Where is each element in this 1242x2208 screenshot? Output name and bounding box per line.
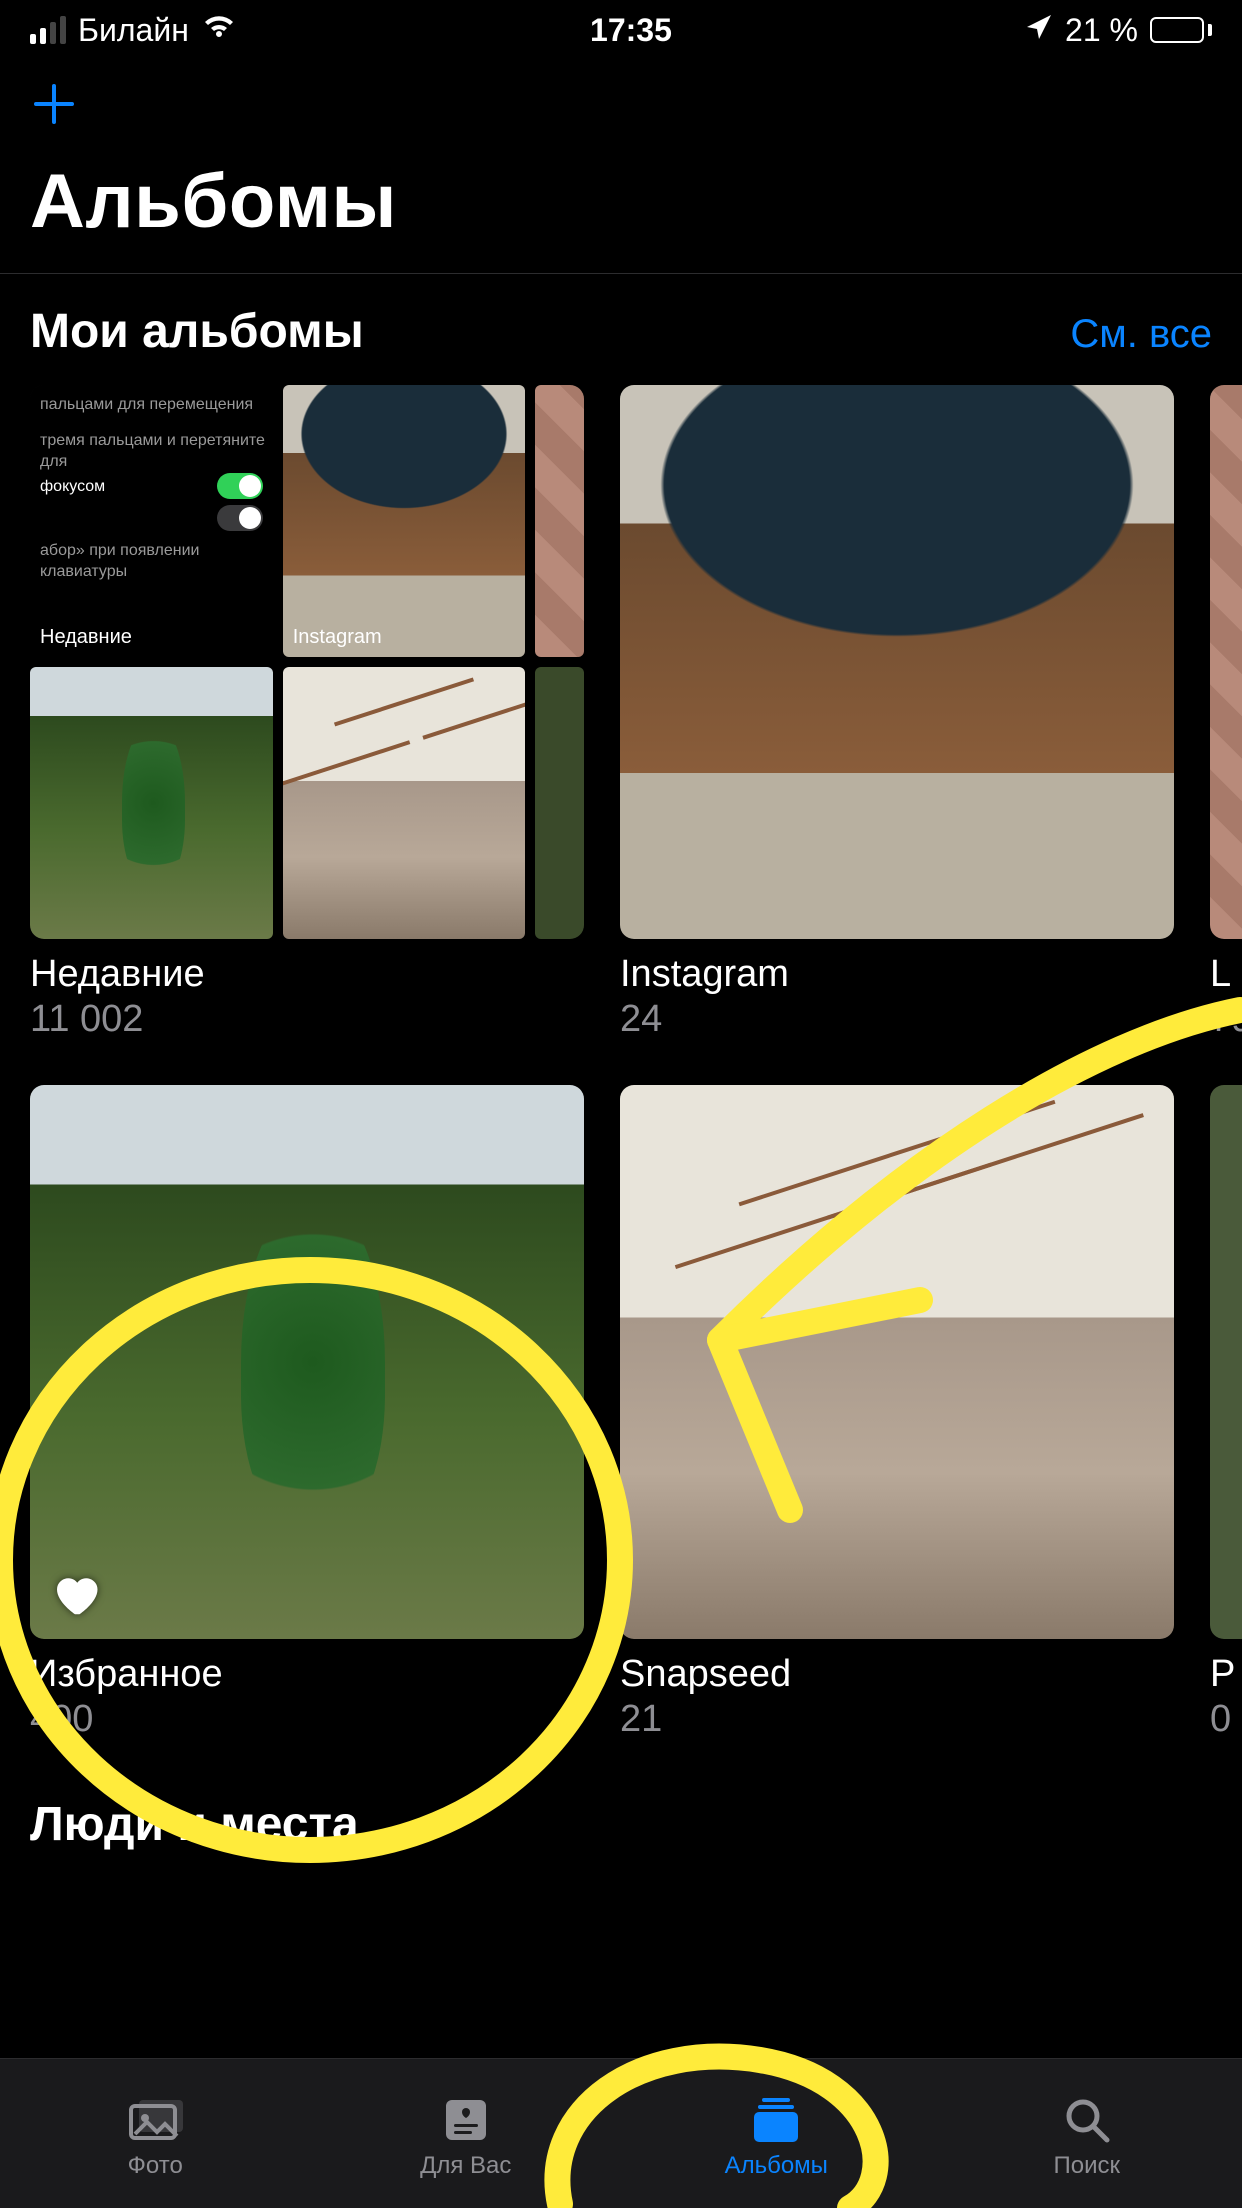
- album-thumb: [620, 385, 1174, 939]
- section-header-my-albums: Мои альбомы См. все: [0, 304, 1242, 385]
- carrier-label: Билайн: [78, 12, 189, 49]
- for-you-icon: [436, 2094, 496, 2146]
- album-count: 79: [1210, 998, 1242, 1041]
- section-title-people-places: Люди и места: [0, 1741, 1242, 1852]
- mini-thumb: [283, 667, 526, 939]
- album-title: Instagram: [620, 953, 1174, 996]
- cellular-signal-icon: [30, 16, 66, 44]
- tab-label: Фото: [128, 2152, 183, 2180]
- album-thumb: [30, 1085, 584, 1639]
- album-partial[interactable]: L 79: [1210, 385, 1242, 1041]
- album-title: Избранное: [30, 1653, 584, 1696]
- mini-thumb: [535, 667, 584, 939]
- album-title: P: [1210, 1653, 1242, 1696]
- album-thumb: [620, 1085, 1174, 1639]
- tab-albums[interactable]: Альбомы: [676, 2094, 876, 2180]
- album-title: Snapseed: [620, 1653, 1174, 1696]
- album-snapseed[interactable]: Snapseed 21: [620, 1085, 1174, 1741]
- albums-row-1: пальцами для перемещения тремя пальцами …: [0, 385, 1242, 1041]
- mini-thumb: пальцами для перемещения тремя пальцами …: [30, 385, 273, 657]
- albums-icon: [746, 2094, 806, 2146]
- tab-for-you[interactable]: Для Вас: [366, 2094, 566, 2180]
- mini-thumb: Instagram: [283, 385, 526, 657]
- divider: [0, 273, 1242, 274]
- status-time: 17:35: [590, 12, 672, 49]
- album-partial[interactable]: P 0: [1210, 1085, 1242, 1741]
- album-count: 0: [1210, 1698, 1242, 1741]
- tab-label: Для Вас: [420, 2152, 511, 2180]
- tab-bar: Фото Для Вас Альбомы Поиск: [0, 2058, 1242, 2208]
- album-count: 21: [620, 1698, 1174, 1741]
- mini-thumb: [30, 667, 273, 939]
- heart-icon: [48, 1567, 102, 1621]
- album-thumb: пальцами для перемещения тремя пальцами …: [30, 385, 584, 939]
- add-album-button[interactable]: [30, 80, 78, 128]
- album-favorites[interactable]: Избранное 400: [30, 1085, 584, 1741]
- album-instagram[interactable]: Instagram 24: [620, 385, 1174, 1041]
- albums-row-2: Избранное 400 Snapseed 21 P 0: [0, 1085, 1242, 1741]
- section-title: Мои альбомы: [30, 304, 364, 359]
- album-thumb: [1210, 385, 1242, 939]
- tab-photos[interactable]: Фото: [55, 2094, 255, 2180]
- battery-icon: [1150, 17, 1212, 43]
- wifi-icon: [201, 12, 237, 49]
- search-icon: [1057, 2094, 1117, 2146]
- location-icon: [1025, 12, 1053, 49]
- tab-label: Поиск: [1053, 2152, 1120, 2180]
- tab-label: Альбомы: [725, 2152, 828, 2180]
- page-title: Альбомы: [0, 148, 1242, 273]
- album-count: 400: [30, 1698, 584, 1741]
- album-count: 11 002: [30, 998, 584, 1041]
- see-all-button[interactable]: См. все: [1070, 312, 1212, 357]
- album-count: 24: [620, 998, 1174, 1041]
- status-right: 21 %: [1025, 12, 1212, 49]
- status-left: Билайн: [30, 12, 237, 49]
- nav-bar: [0, 60, 1242, 148]
- battery-percent: 21 %: [1065, 12, 1138, 49]
- album-title: Недавние: [30, 953, 584, 996]
- photos-icon: [125, 2094, 185, 2146]
- album-recents[interactable]: пальцами для перемещения тремя пальцами …: [30, 385, 584, 1041]
- album-title: L: [1210, 953, 1242, 996]
- tab-search[interactable]: Поиск: [987, 2094, 1187, 2180]
- status-bar: Билайн 17:35 21 %: [0, 0, 1242, 60]
- album-thumb: [1210, 1085, 1242, 1639]
- mini-thumb: [535, 385, 584, 657]
